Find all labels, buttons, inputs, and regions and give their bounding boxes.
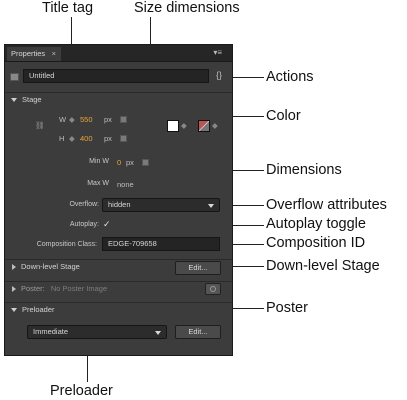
section-preloader-label: Preloader bbox=[22, 305, 55, 314]
callout-down-level-stage: Down-level Stage bbox=[266, 258, 380, 274]
overflow-select[interactable]: hidden bbox=[102, 198, 220, 212]
preloader-select[interactable]: Immediate bbox=[27, 325, 167, 339]
min-w-lock-icon[interactable] bbox=[142, 159, 149, 166]
max-w-value[interactable]: none bbox=[117, 180, 134, 189]
overflow-color-swatch[interactable] bbox=[198, 120, 210, 132]
composition-class-label: Composition Class: bbox=[36, 241, 97, 248]
overflow-select-value: hidden bbox=[108, 200, 131, 209]
h-lock-icon[interactable] bbox=[120, 135, 127, 142]
chevron-down-icon bbox=[208, 204, 214, 208]
h-keyframe-icon: ◆ bbox=[69, 134, 75, 143]
section-stage-label: Stage bbox=[22, 95, 42, 104]
section-preloader[interactable]: Preloader bbox=[5, 302, 232, 317]
tab-properties[interactable]: Properties × bbox=[7, 47, 61, 61]
callout-composition-id: Composition ID bbox=[266, 235, 366, 251]
max-w-label: Max W bbox=[87, 180, 109, 187]
callout-color: Color bbox=[266, 108, 301, 124]
poster-value: No Poster Image bbox=[50, 284, 108, 293]
callout-actions: Actions bbox=[266, 69, 314, 85]
leader-actions bbox=[232, 77, 264, 78]
callout-preloader: Preloader bbox=[50, 383, 113, 399]
callout-title-tag: Title tag bbox=[42, 0, 94, 16]
panel-menu-icon[interactable]: ▾≡ bbox=[213, 48, 222, 57]
autoplay-label: Autoplay: bbox=[69, 221, 99, 228]
collapsed-triangle-icon bbox=[12, 264, 16, 271]
color2-keyframe-icon: ◆ bbox=[212, 121, 218, 130]
actions-icon[interactable]: {} bbox=[216, 70, 222, 80]
preloader-expand-triangle-icon bbox=[11, 307, 17, 312]
callout-dimensions: Dimensions bbox=[266, 162, 342, 178]
background-color-swatch[interactable] bbox=[167, 120, 179, 132]
camera-icon[interactable] bbox=[205, 283, 221, 295]
panel-tabbar: Properties × ▾≡ bbox=[5, 45, 232, 62]
w-lock-icon[interactable] bbox=[120, 116, 127, 123]
w-keyframe-icon: ◆ bbox=[69, 115, 75, 124]
poster-collapsed-triangle-icon bbox=[12, 286, 16, 293]
min-w-value[interactable]: 0 bbox=[117, 158, 121, 167]
expand-triangle-icon bbox=[11, 97, 17, 102]
preloader-chevron-down-icon bbox=[155, 331, 161, 335]
poster-label: Poster: bbox=[21, 284, 45, 293]
min-w-label: Min W bbox=[89, 158, 109, 165]
h-value[interactable]: 400 bbox=[80, 134, 93, 143]
callout-size-dimensions: Size dimensions bbox=[134, 0, 240, 16]
close-icon[interactable]: × bbox=[52, 47, 56, 61]
h-label: H bbox=[59, 134, 65, 143]
composition-class-input[interactable]: EDGE-709658 bbox=[102, 237, 220, 251]
preloader-edit-button[interactable]: Edit... bbox=[175, 325, 221, 339]
overflow-label: Overflow: bbox=[69, 201, 99, 208]
down-level-edit-button[interactable]: Edit... bbox=[175, 261, 221, 275]
properties-panel: Properties × ▾≡ Untitled {} Stage ⛓ W ◆ … bbox=[4, 44, 233, 356]
preloader-select-value: Immediate bbox=[33, 327, 69, 336]
section-stage[interactable]: Stage bbox=[5, 92, 232, 107]
autoplay-checkbox[interactable]: ✓ bbox=[103, 219, 111, 230]
callout-poster: Poster bbox=[266, 300, 308, 316]
min-w-unit[interactable]: px bbox=[126, 158, 134, 167]
section-down-level-label: Down-level Stage bbox=[21, 262, 80, 271]
tab-properties-label: Properties bbox=[11, 49, 46, 58]
stage-icon bbox=[10, 73, 19, 81]
callout-autoplay-toggle: Autoplay toggle bbox=[266, 216, 366, 232]
callout-overflow-attributes: Overflow attributes bbox=[266, 197, 387, 213]
link-dimensions-icon[interactable]: ⛓ bbox=[35, 121, 45, 130]
title-input[interactable]: Untitled bbox=[23, 69, 209, 83]
color-keyframe-icon: ◆ bbox=[181, 121, 187, 130]
poster-row: Poster: No Poster Image bbox=[5, 281, 232, 296]
h-unit[interactable]: px bbox=[104, 134, 112, 143]
w-unit[interactable]: px bbox=[104, 115, 112, 124]
w-label: W bbox=[59, 115, 67, 124]
w-value[interactable]: 550 bbox=[80, 115, 93, 124]
